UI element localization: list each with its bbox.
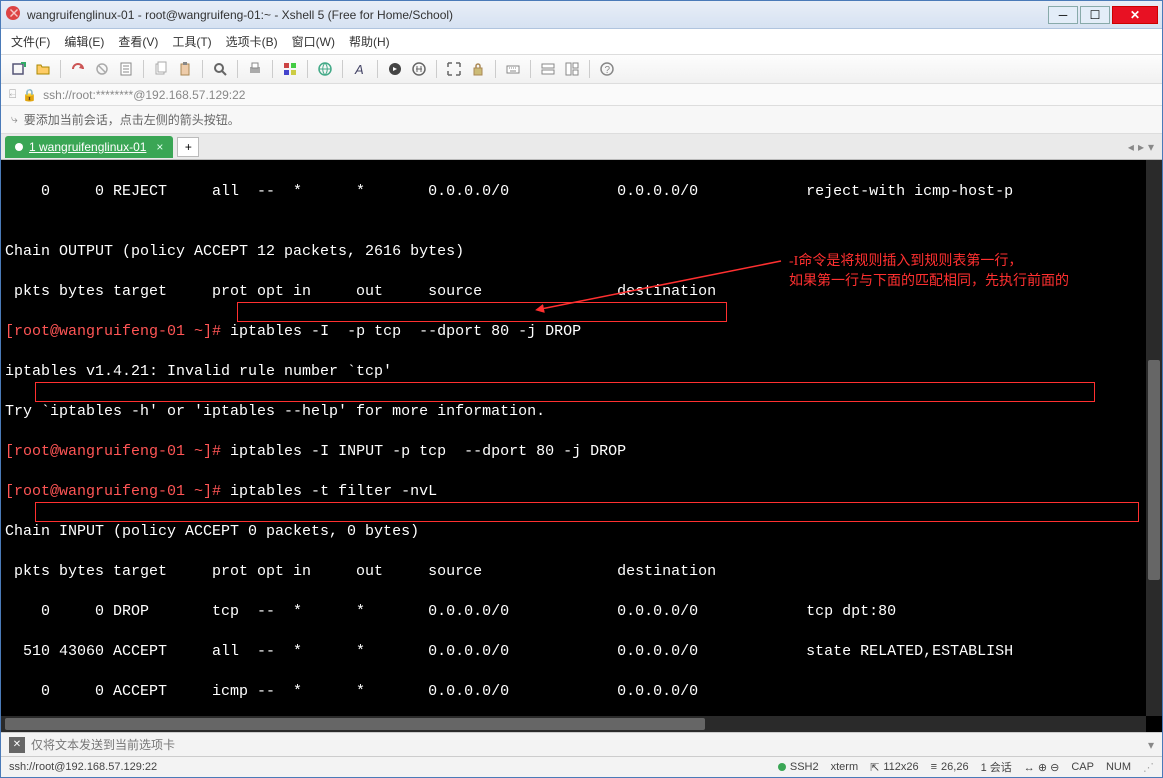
terminal[interactable]: 0 0 REJECT all -- * * 0.0.0.0/0 0.0.0.0/… xyxy=(1,160,1162,732)
menu-help[interactable]: 帮助(H) xyxy=(349,33,390,50)
transfer-icon[interactable] xyxy=(409,59,429,79)
new-session-icon[interactable] xyxy=(9,59,29,79)
menu-tab[interactable]: 选项卡(B) xyxy=(226,33,278,50)
term-line: 0 0 ACCEPT icmp -- * * 0.0.0.0/0 0.0.0.0… xyxy=(5,682,1158,702)
status-size: 112x26 xyxy=(883,761,918,773)
reconnect-icon[interactable] xyxy=(68,59,88,79)
term-line: 0 0 REJECT all -- * * 0.0.0.0/0 0.0.0.0/… xyxy=(5,182,1158,202)
term-line: pkts bytes target prot opt in out source… xyxy=(5,562,1158,582)
scrollbar-vertical[interactable] xyxy=(1146,160,1162,716)
status-caps: CAP xyxy=(1071,761,1094,773)
addressbar-add-icon[interactable]: ⍇ xyxy=(9,87,16,102)
bottombar-dropdown-icon[interactable]: ▾ xyxy=(1148,738,1154,752)
keyboard-icon[interactable] xyxy=(503,59,523,79)
scrollbar-horizontal[interactable] xyxy=(1,716,1146,732)
term-line: Try `iptables -h' or 'iptables --help' f… xyxy=(5,402,1158,422)
scroll-thumb[interactable] xyxy=(1148,360,1160,580)
layout-icon[interactable] xyxy=(562,59,582,79)
resize-grip-icon[interactable]: ⋰ xyxy=(1143,761,1154,774)
term-line: 510 43060 ACCEPT all -- * * 0.0.0.0/0 0.… xyxy=(5,642,1158,662)
status-led-icon xyxy=(778,763,786,771)
term-line: [root@wangruifeng-01 ~]# iptables -t fil… xyxy=(5,482,1158,502)
tab-next-icon[interactable]: ▸ xyxy=(1138,140,1144,154)
bottombar-text: 仅将文本发送到当前选项卡 xyxy=(31,736,175,753)
status-ssh: SSH2 xyxy=(790,761,819,773)
svg-text:?: ? xyxy=(605,65,611,76)
titlebar[interactable]: wangruifenglinux-01 - root@wangruifeng-0… xyxy=(1,1,1162,29)
tab-prev-icon[interactable]: ◂ xyxy=(1128,140,1134,154)
help-icon[interactable]: ? xyxy=(597,59,617,79)
close-button[interactable]: ✕ xyxy=(1112,6,1158,24)
menu-view[interactable]: 查看(V) xyxy=(118,33,158,50)
tab-label: 1 wangruifenglinux-01 xyxy=(29,140,146,154)
tab-status-icon xyxy=(15,143,23,151)
toolbar: A ? xyxy=(1,55,1162,84)
tab-close-icon[interactable]: × xyxy=(156,140,163,154)
statusbar: ssh://root@192.168.57.129:22 SSH2 xterm … xyxy=(1,756,1162,777)
print-icon[interactable] xyxy=(245,59,265,79)
sessions-icon[interactable] xyxy=(538,59,558,79)
session-tab[interactable]: 1 wangruifenglinux-01 × xyxy=(5,136,173,158)
status-sessions: 1 会话 xyxy=(981,759,1012,775)
term-line: [root@wangruifeng-01 ~]# iptables -I INP… xyxy=(5,442,1158,462)
fullscreen-icon[interactable] xyxy=(444,59,464,79)
menubar: 文件(F) 编辑(E) 查看(V) 工具(T) 选项卡(B) 窗口(W) 帮助(… xyxy=(1,29,1162,55)
term-line: iptables v1.4.21: Invalid rule number `t… xyxy=(5,362,1158,382)
open-icon[interactable] xyxy=(33,59,53,79)
copy-icon[interactable] xyxy=(151,59,171,79)
menu-file[interactable]: 文件(F) xyxy=(11,33,50,50)
hintbar: ⤷ 要添加当前会话，点击左侧的箭头按钮。 xyxy=(1,106,1162,134)
app-icon xyxy=(5,5,21,24)
svg-text:A: A xyxy=(354,62,364,77)
paste-icon[interactable] xyxy=(175,59,195,79)
term-line: [root@wangruifeng-01 ~]# iptables -I -p … xyxy=(5,322,1158,342)
hint-text: 要添加当前会话，点击左侧的箭头按钮。 xyxy=(24,111,240,128)
properties-icon[interactable] xyxy=(116,59,136,79)
color-scheme-icon[interactable] xyxy=(280,59,300,79)
font-icon[interactable]: A xyxy=(350,59,370,79)
highlight-box-rule2 xyxy=(35,502,1139,522)
menu-window[interactable]: 窗口(W) xyxy=(292,33,335,50)
lock-icon[interactable] xyxy=(468,59,488,79)
new-tab-button[interactable]: + xyxy=(177,137,199,157)
minimize-button[interactable]: ─ xyxy=(1048,6,1078,24)
script-icon[interactable] xyxy=(385,59,405,79)
hint-arrow-icon[interactable]: ⤷ xyxy=(11,112,18,127)
status-pos: 26,26 xyxy=(941,761,969,773)
close-panel-icon[interactable]: ✕ xyxy=(9,737,25,753)
status-term: xterm xyxy=(831,761,859,773)
window-title: wangruifenglinux-01 - root@wangruifeng-0… xyxy=(27,8,1046,22)
highlight-box-rule1 xyxy=(35,382,1095,402)
encoding-icon[interactable] xyxy=(315,59,335,79)
status-address: ssh://root@192.168.57.129:22 xyxy=(9,761,766,773)
tabbar: 1 wangruifenglinux-01 × + ◂ ▸ ▾ xyxy=(1,134,1162,160)
term-line: Chain INPUT (policy ACCEPT 0 packets, 0 … xyxy=(5,522,1158,542)
addressbar: ⍇ 🔒 ssh://root:********@192.168.57.129:2… xyxy=(1,84,1162,106)
bottombar: ✕ 仅将文本发送到当前选项卡 ▾ xyxy=(1,732,1162,756)
arrow-icon xyxy=(531,255,791,315)
annotation-line2: 如果第一行与下面的匹配相同，先执行前面的 xyxy=(789,272,1069,292)
find-icon[interactable] xyxy=(210,59,230,79)
disconnect-icon[interactable] xyxy=(92,59,112,79)
maximize-button[interactable]: ☐ xyxy=(1080,6,1110,24)
menu-tools[interactable]: 工具(T) xyxy=(172,33,211,50)
tab-list-icon[interactable]: ▾ xyxy=(1148,140,1154,154)
address-text[interactable]: ssh://root:********@192.168.57.129:22 xyxy=(43,88,245,102)
menu-edit[interactable]: 编辑(E) xyxy=(64,33,104,50)
scroll-thumb[interactable] xyxy=(5,718,705,730)
annotation-line1: -I命令是将规则插入到规则表第一行， xyxy=(789,252,1022,272)
term-line: 0 0 DROP tcp -- * * 0.0.0.0/0 0.0.0.0/0 … xyxy=(5,602,1158,622)
status-num: NUM xyxy=(1106,761,1131,773)
lock-small-icon: 🔒 xyxy=(22,88,37,102)
